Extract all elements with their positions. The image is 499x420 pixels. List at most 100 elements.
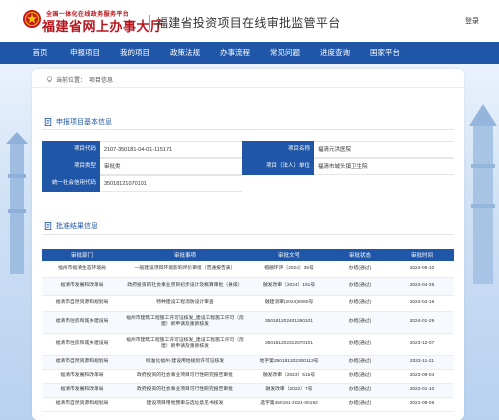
- building-silhouette-left: [6, 132, 28, 274]
- logo-title[interactable]: 福建省网上办事大厅: [42, 16, 164, 35]
- credit-code-label: 统一社会信用代码: [42, 175, 100, 192]
- column-header-date: 审批时间: [390, 249, 454, 261]
- project-type-label: 项目类型: [42, 158, 100, 175]
- table-row: 福清市发展和改革局 政府投资的社会事业项目可行性研究报告审批 融发改审（2023…: [42, 369, 454, 384]
- cell-date: 2023-11-21: [390, 355, 454, 370]
- cell-department: 福州市福清生态环境局: [42, 261, 122, 278]
- cell-department: 福清市发展和改革局: [42, 369, 122, 384]
- project-info-table: 项目代码 2107-350181-04-01-115171 项目名称 福清元洪医…: [42, 141, 454, 193]
- login-link[interactable]: 登录: [465, 16, 479, 26]
- nav-item-national[interactable]: 国家平台: [364, 42, 406, 64]
- cell-item: 福州市建筑工程施工许可证核发_建设工程施工许可（房建）新申请及重新核发: [122, 333, 248, 356]
- cell-department: 福清市自然资源和规划局: [42, 295, 122, 312]
- cell-status: 办结(通过): [330, 261, 390, 278]
- cell-date: 2024-04-26: [390, 277, 454, 296]
- cell-item: 政府投资的社会事业项目可行性研究报告审批: [122, 383, 248, 398]
- table-row: 福清市住房和城乡建设局 福州市建筑工程施工许可证核发_建设工程施工许可（房建）新…: [42, 311, 454, 334]
- cell-status: 办结(通过): [330, 369, 390, 384]
- cell-date: 2024-01-29: [390, 311, 454, 334]
- cell-doc-number: 榕融环评（2024）35号: [248, 261, 330, 278]
- breadcrumb: 当前位置： 项目信息: [46, 75, 113, 84]
- table-row: 福清市发展和改革局 政府投资的社会事业项目可行性研究报告审批 融发改审（2022…: [42, 383, 454, 398]
- nav-item-my-projects[interactable]: 我的项目: [114, 42, 156, 64]
- national-emblem-icon: [23, 10, 41, 28]
- cell-item: 标准化福州-建设用地规划许可证核发: [122, 355, 248, 370]
- nav-item-process[interactable]: 办事流程: [214, 42, 256, 64]
- legal-entity-label: 项目（法人）单位: [242, 158, 314, 175]
- cell-item: 政府投资的社会事业项目初步设计及概算审批（县级）: [122, 277, 248, 296]
- cell-doc-number: 融发改审（2024）191号: [248, 277, 330, 296]
- column-header-doc-number: 审批文号: [248, 249, 330, 261]
- building-silhouette-right: [469, 104, 497, 284]
- table-row: 福清市自然资源和规划局 标准化福州-建设用地规划许可证核发 地字第3501812…: [42, 355, 454, 370]
- logo-divider: [149, 15, 150, 30]
- project-type-value: 审批类: [100, 158, 242, 175]
- cell-doc-number: 融发改审（2023）515号: [248, 369, 330, 384]
- content-card: 当前位置： 项目信息 申报项目基本信息 项目代码 2107-350181-04-…: [32, 69, 464, 420]
- cell-date: 2022-01-10: [390, 383, 454, 398]
- header: 全国一体化在线政务服务平台 福建省网上办事大厅 福建省投资项目在线审批监管平台 …: [0, 0, 499, 42]
- cell-doc-number: 融发改审（2022）7号: [248, 383, 330, 398]
- location-pin-icon: [47, 76, 52, 83]
- cell-doc-number: 融建消审(2024)0060号: [248, 295, 330, 312]
- cell-item: 福州市建筑工程施工许可证核发_建设工程施工许可（房建）新申请及重新核发: [122, 311, 248, 334]
- nav-item-apply[interactable]: 申报项目: [64, 42, 106, 64]
- document-icon: [44, 222, 52, 230]
- nav-item-faq[interactable]: 常见问题: [264, 42, 306, 64]
- cell-department: 福清市发展和改革局: [42, 383, 122, 398]
- project-info-title: 申报项目基本信息: [56, 119, 112, 126]
- cell-doc-number: 地字第350181202300113号: [248, 355, 330, 370]
- document-icon: [44, 118, 52, 126]
- cell-doc-number: 350181202312070101: [248, 333, 330, 356]
- cell-date: 2023-12-07: [390, 333, 454, 356]
- main-nav: 首页 申报项目 我的项目 政策法规 办事流程 常见问题 进度查询 国家平台: [0, 42, 499, 64]
- table-row: 福清市自然资源和规划局 特种建设工程消防设计审查 融建消审(2024)0060号…: [42, 295, 454, 312]
- cell-item: 一般建设项目环境影响评价审批（普通报告表）: [122, 261, 248, 278]
- column-header-department: 审批部门: [42, 249, 122, 261]
- cell-status: 办结(通过): [330, 311, 390, 334]
- cell-status: 办结(通过): [330, 397, 390, 412]
- legal-entity-value: 福清市城头镇卫生院: [314, 158, 454, 175]
- credit-code-value: 35018121070101: [100, 175, 242, 192]
- cell-department: 福清市住房和城乡建设局: [42, 311, 122, 334]
- site-title: 福建省投资项目在线审批监管平台: [156, 16, 341, 30]
- cell-date: 2023-09-04: [390, 369, 454, 384]
- cell-doc-number: 选字第350181-2021-00192: [248, 397, 330, 412]
- section-divider: [42, 129, 454, 130]
- cell-department: 福清市住房和城乡建设局: [42, 333, 122, 356]
- cell-date: 2024-04-16: [390, 295, 454, 312]
- project-info-heading: 申报项目基本信息: [44, 117, 112, 127]
- cell-status: 办结(通过): [330, 355, 390, 370]
- breadcrumb-label: 当前位置：: [56, 78, 87, 84]
- breadcrumb-current: 项目信息: [89, 78, 114, 84]
- breadcrumb-divider: [32, 87, 464, 88]
- cell-item: 特种建设工程消防设计审查: [122, 295, 248, 312]
- cell-date: 2021-08-06: [390, 397, 454, 412]
- cell-status: 办结(通过): [330, 383, 390, 398]
- cell-doc-number: 350181202401290101: [248, 311, 330, 334]
- cell-department: 福清市自然资源和规划局: [42, 355, 122, 370]
- cell-item: 政府投资的社会事业项目可行性研究报告审批: [122, 369, 248, 384]
- nav-item-home[interactable]: 首页: [22, 42, 58, 64]
- approval-results-table: 审批部门 审批事项 审批文号 审批状态 审批时间 福州市福清生态环境局 一般建设…: [42, 249, 454, 412]
- info-row: 项目代码 2107-350181-04-01-115171 项目名称 福清元洪医…: [42, 141, 454, 158]
- cell-date: 2024-05-10: [390, 261, 454, 278]
- table-row: 福清市发展和改革局 政府投资的社会事业项目初步设计及概算审批（县级） 融发改审（…: [42, 277, 454, 296]
- nav-item-progress[interactable]: 进度查询: [314, 42, 356, 64]
- cell-status: 办结(通过): [330, 277, 390, 296]
- project-name-value: 福清元洪医院: [314, 141, 454, 158]
- cell-status: 办结(通过): [330, 295, 390, 312]
- cell-status: 办结(通过): [330, 333, 390, 356]
- project-code-value: 2107-350181-04-01-115171: [100, 141, 242, 158]
- project-code-label: 项目代码: [42, 141, 100, 158]
- cell-department: 福清市自然资源和规划局: [42, 397, 122, 412]
- column-header-item: 审批事项: [122, 249, 248, 261]
- info-row: 统一社会信用代码 35018121070101: [42, 175, 454, 192]
- table-row: 福清市住房和城乡建设局 福州市建筑工程施工许可证核发_建设工程施工许可（房建）新…: [42, 333, 454, 356]
- project-name-label: 项目名称: [242, 141, 314, 158]
- table-row: 福清市自然资源和规划局 建设项目用地预审与选址意见书核发 选字第350181-2…: [42, 397, 454, 412]
- info-row: 项目类型 审批类 项目（法人）单位 福清市城头镇卫生院: [42, 158, 454, 175]
- nav-item-policies[interactable]: 政策法规: [164, 42, 206, 64]
- column-header-status: 审批状态: [330, 249, 390, 261]
- table-row: 福州市福清生态环境局 一般建设项目环境影响评价审批（普通报告表） 榕融环评（20…: [42, 261, 454, 278]
